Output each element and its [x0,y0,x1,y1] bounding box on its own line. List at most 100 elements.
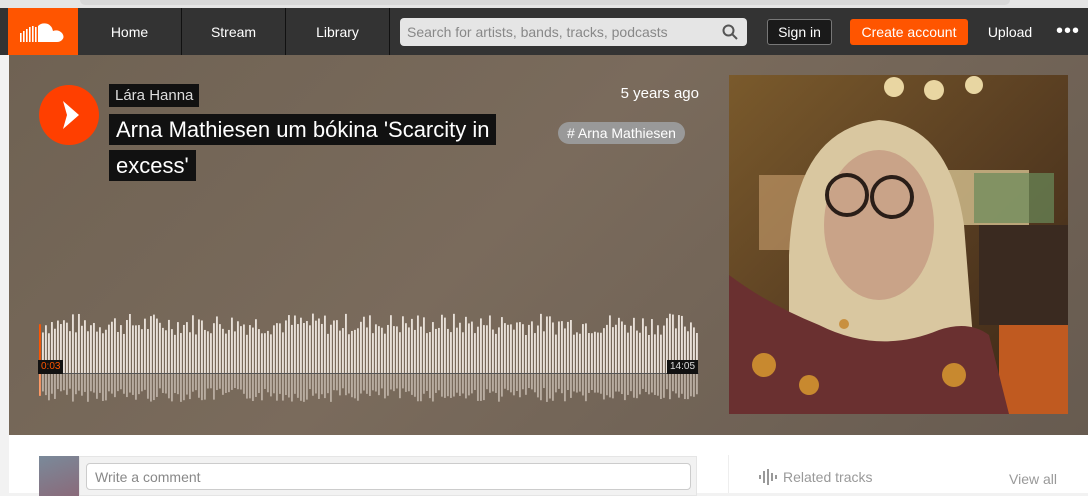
waveform-bar [522,324,524,373]
waveform-bar [360,321,362,373]
waveform-bar-reflection [456,374,458,393]
waveform-bar [138,325,140,373]
waveform-bar [432,322,434,373]
waveform-bar [276,323,278,373]
waveform-bar [192,315,194,373]
waveform-bar-reflection [636,374,638,399]
waveform-bar-reflection [78,374,80,391]
waveform-bar-reflection [477,374,479,401]
waveform-bar-reflection [192,374,194,392]
waveform-bar [366,327,368,373]
waveform-bar-reflection [129,374,131,393]
waveform-bar [405,323,407,373]
waveform-bar [471,321,473,373]
waveform-bar [144,318,146,373]
comment-input[interactable] [86,463,691,490]
waveform-bar [336,320,338,373]
nav-home[interactable]: Home [78,8,182,55]
waveform-bar-reflection [255,374,257,397]
waveform-bar-reflection [633,374,635,398]
waveform-bar [498,327,500,373]
nav-stream[interactable]: Stream [182,8,286,55]
waveform-bar-reflection [366,374,368,394]
waveform-bar [156,318,158,373]
artist-name[interactable]: Lára Hanna [109,84,200,107]
waveform-bar [150,316,152,373]
search-input[interactable] [400,18,710,46]
waveform-bar-reflection [123,374,125,394]
waveform-bar-reflection [117,374,119,392]
waveform-bar-reflection [186,374,188,395]
waveform-bar [525,335,527,373]
top-navbar: Home Stream Library Sign in Create accou… [0,8,1088,55]
waveform-bar [66,322,68,373]
waveform-bar [468,323,470,373]
waveform-bar [516,322,518,373]
search-icon[interactable] [722,24,738,40]
upload-link[interactable]: Upload [980,8,1040,55]
waveform-bar-reflection [405,374,407,392]
waveform-bar [408,327,410,373]
waveform-bar-reflection [126,374,128,398]
waveform-bar [72,314,74,373]
waveform-bar-reflection [453,374,455,397]
more-icon[interactable]: ••• [1048,8,1088,55]
waveform-bar-reflection [174,374,176,394]
soundcloud-logo[interactable] [8,8,78,55]
waveform-bar-reflection [168,374,170,399]
waveform-bar-reflection [444,374,446,398]
nav-library[interactable]: Library [286,8,390,55]
waveform-bar-reflection [495,374,497,393]
waveform-bar [306,321,308,373]
waveform-bar-reflection [297,374,299,398]
waveform-bar-reflection [306,374,308,400]
view-all-link[interactable]: View all [1009,471,1057,487]
waveform-bar [585,323,587,373]
waveform-bar [318,318,320,373]
waveform-bar-reflection [516,374,518,392]
waveform-bar [186,322,188,373]
waveform-bar [249,325,251,373]
waveform-bar [591,333,593,373]
waveform-bar [93,322,95,373]
waveform-bar [339,330,341,373]
waveform-bar-reflection [195,374,197,391]
waveform-bar [195,334,197,373]
waveform-bar-reflection [351,374,353,398]
waveform-bar-reflection [321,374,323,395]
waveform-bar-reflection [357,374,359,401]
waveform-bar [414,329,416,373]
track-artwork[interactable] [729,75,1068,414]
create-account-button[interactable]: Create account [850,19,968,45]
tag-badge[interactable]: # Arna Mathiesen [558,122,685,144]
play-button[interactable] [39,85,99,145]
waveform-bar-reflection [363,374,365,391]
waveform-bar [243,324,245,373]
waveform-bar-reflection [261,374,263,401]
waveform-bar [372,333,374,373]
waveform-bar-reflection [93,374,95,393]
waveform-bar [636,330,638,373]
waveform-bar [288,315,290,373]
waveform-bar-reflection [564,374,566,402]
waveform-bar-reflection [144,374,146,390]
track-hero: Lára Hanna Arna Mathiesen um bókina 'Sca… [9,55,1088,435]
waveform-bar [351,330,353,373]
waveform-bar-reflection [462,374,464,394]
waveform-bar [519,322,521,373]
waveform-bar [654,334,656,373]
waveform-bar-reflection [492,374,494,392]
waveform-bar [453,313,455,373]
waveform-bar-reflection [591,374,593,391]
sign-in-button[interactable]: Sign in [767,19,832,45]
waveform-bar [270,334,272,373]
waveform-bar-reflection [312,374,314,396]
waveform-bar-reflection [624,374,626,401]
waveform-bar [231,317,233,373]
waveform-bar-reflection [258,374,260,394]
waveform-bar [117,332,119,373]
waveform-bar-reflection [75,374,77,395]
waveform-bar [465,316,467,373]
waveform[interactable] [39,310,699,405]
waveform-bar [489,315,491,373]
